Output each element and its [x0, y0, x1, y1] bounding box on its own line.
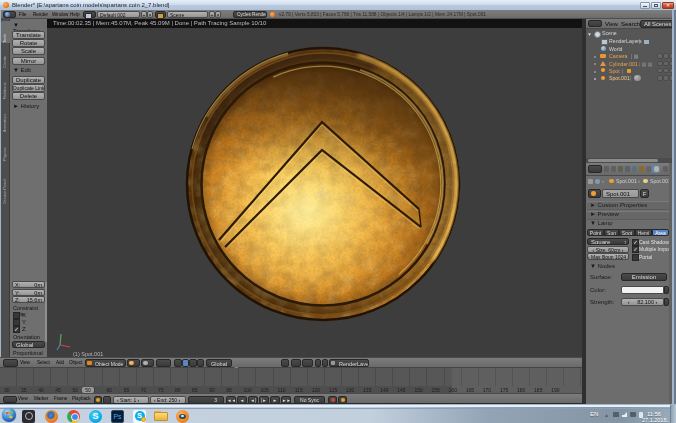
svg-text:(1) Spot.001: (1) Spot.001	[73, 351, 103, 357]
